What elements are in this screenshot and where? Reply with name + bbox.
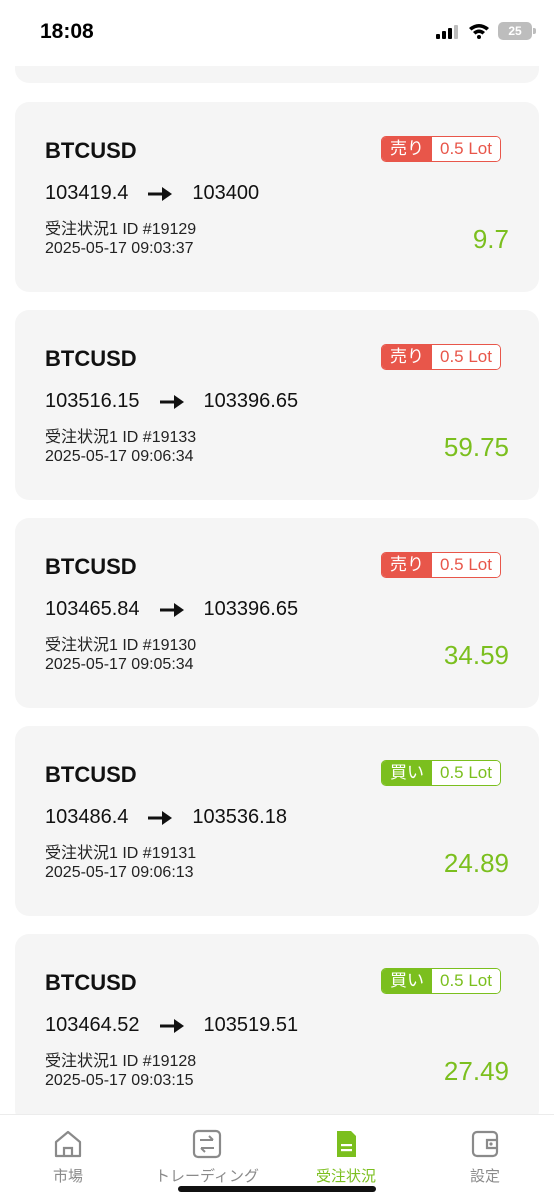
close-price: 103396.65 xyxy=(203,390,299,412)
tab-label: 市場 xyxy=(52,1168,83,1185)
close-price: 103519.51 xyxy=(203,1014,299,1036)
tab-label: 受注状況 xyxy=(315,1168,376,1185)
battery-level: 25 xyxy=(508,24,522,38)
order-symbol: BTCUSD xyxy=(45,970,137,995)
order-pnl: 27.49 xyxy=(443,1056,509,1086)
order-lot: 0.5 Lot xyxy=(432,137,500,161)
order-side: 売り xyxy=(382,137,432,161)
order-prices: 103486.4 103536.18 xyxy=(45,806,287,829)
close-price: 103400 xyxy=(192,182,260,204)
arrow-right-icon xyxy=(159,394,184,409)
arrow-right-icon xyxy=(148,186,173,201)
order-datetime: 2025-05-17 09:03:15 xyxy=(45,1072,194,1089)
status-time: 18:08 xyxy=(40,20,94,43)
open-price: 103486.4 xyxy=(45,806,129,828)
order-id: 受注状況1 ID #19131 xyxy=(45,845,197,862)
order-prices: 103419.4 103400 xyxy=(45,182,259,205)
tab-orders[interactable]: 受注状況 xyxy=(286,1129,406,1186)
wallet-icon xyxy=(471,1130,499,1158)
battery-icon: 25 xyxy=(498,22,536,40)
order-datetime: 2025-05-17 09:05:34 xyxy=(45,656,194,673)
order-card[interactable]: BTCUSD 買い 0.5 Lot 103486.4 103536.18 受注状… xyxy=(15,726,539,916)
order-datetime: 2025-05-17 09:06:34 xyxy=(45,448,194,465)
order-side: 売り xyxy=(382,345,432,369)
arrow-right-icon xyxy=(159,602,184,617)
order-lot: 0.5 Lot xyxy=(432,761,500,785)
arrow-right-icon xyxy=(148,810,173,825)
swap-icon xyxy=(192,1129,222,1159)
order-card[interactable]: BTCUSD 売り 0.5 Lot 103419.4 103400 受注状況1 … xyxy=(15,102,539,292)
order-id: 受注状況1 ID #19130 xyxy=(45,637,197,654)
tab-settings[interactable]: 設定 xyxy=(425,1129,545,1186)
order-prices: 103516.15 103396.65 xyxy=(45,390,298,413)
order-id: 受注状況1 ID #19128 xyxy=(45,1053,197,1070)
status-icons: 25 xyxy=(436,22,536,40)
order-pnl: 59.75 xyxy=(443,432,509,462)
order-side-badge: 買い 0.5 Lot xyxy=(381,968,501,994)
tab-label: 設定 xyxy=(469,1168,500,1185)
order-card-partial xyxy=(15,66,539,83)
order-side-badge: 売り 0.5 Lot xyxy=(381,136,501,162)
close-price: 103396.65 xyxy=(203,598,299,620)
tab-label: トレーディング xyxy=(155,1168,259,1185)
order-pnl: 9.7 xyxy=(472,224,509,254)
order-symbol: BTCUSD xyxy=(45,762,137,787)
order-card[interactable]: BTCUSD 買い 0.5 Lot 103464.52 103519.51 受注… xyxy=(15,934,539,1114)
order-lot: 0.5 Lot xyxy=(432,553,500,577)
open-price: 103464.52 xyxy=(45,1014,140,1036)
order-symbol: BTCUSD xyxy=(45,138,137,163)
order-side-badge: 売り 0.5 Lot xyxy=(381,344,501,370)
order-prices: 103464.52 103519.51 xyxy=(45,1014,298,1037)
document-icon xyxy=(337,1131,356,1157)
status-bar: 18:08 25 xyxy=(0,0,554,66)
order-datetime: 2025-05-17 09:03:37 xyxy=(45,240,194,257)
order-card[interactable]: BTCUSD 売り 0.5 Lot 103516.15 103396.65 受注… xyxy=(15,310,539,500)
signal-icon xyxy=(436,25,458,39)
open-price: 103419.4 xyxy=(45,182,129,204)
wifi-icon xyxy=(469,24,489,39)
open-price: 103465.84 xyxy=(45,598,140,620)
order-pnl: 34.59 xyxy=(443,640,509,670)
order-card[interactable]: BTCUSD 売り 0.5 Lot 103465.84 103396.65 受注… xyxy=(15,518,539,708)
order-side-badge: 買い 0.5 Lot xyxy=(381,760,501,786)
close-price: 103536.18 xyxy=(192,806,287,828)
order-lot: 0.5 Lot xyxy=(432,345,500,369)
order-prices: 103465.84 103396.65 xyxy=(45,598,298,621)
order-list[interactable]: BTCUSD 売り 0.5 Lot 103419.4 103400 受注状況1 … xyxy=(0,66,554,1114)
home-icon xyxy=(54,1130,82,1158)
order-id: 受注状況1 ID #19129 xyxy=(45,221,197,238)
order-side-badge: 売り 0.5 Lot xyxy=(381,552,501,578)
home-indicator[interactable] xyxy=(178,1186,376,1192)
order-symbol: BTCUSD xyxy=(45,554,137,579)
order-id: 受注状況1 ID #19133 xyxy=(45,429,197,446)
order-side: 買い xyxy=(382,761,432,785)
tab-market[interactable]: 市場 xyxy=(8,1129,128,1186)
order-datetime: 2025-05-17 09:06:13 xyxy=(45,864,194,881)
order-symbol: BTCUSD xyxy=(45,346,137,371)
arrow-right-icon xyxy=(159,1018,184,1033)
order-side: 買い xyxy=(382,969,432,993)
order-pnl: 24.89 xyxy=(443,848,509,878)
tab-trading[interactable]: トレーディング xyxy=(147,1129,267,1186)
open-price: 103516.15 xyxy=(45,390,140,412)
order-side: 売り xyxy=(382,553,432,577)
order-lot: 0.5 Lot xyxy=(432,969,500,993)
